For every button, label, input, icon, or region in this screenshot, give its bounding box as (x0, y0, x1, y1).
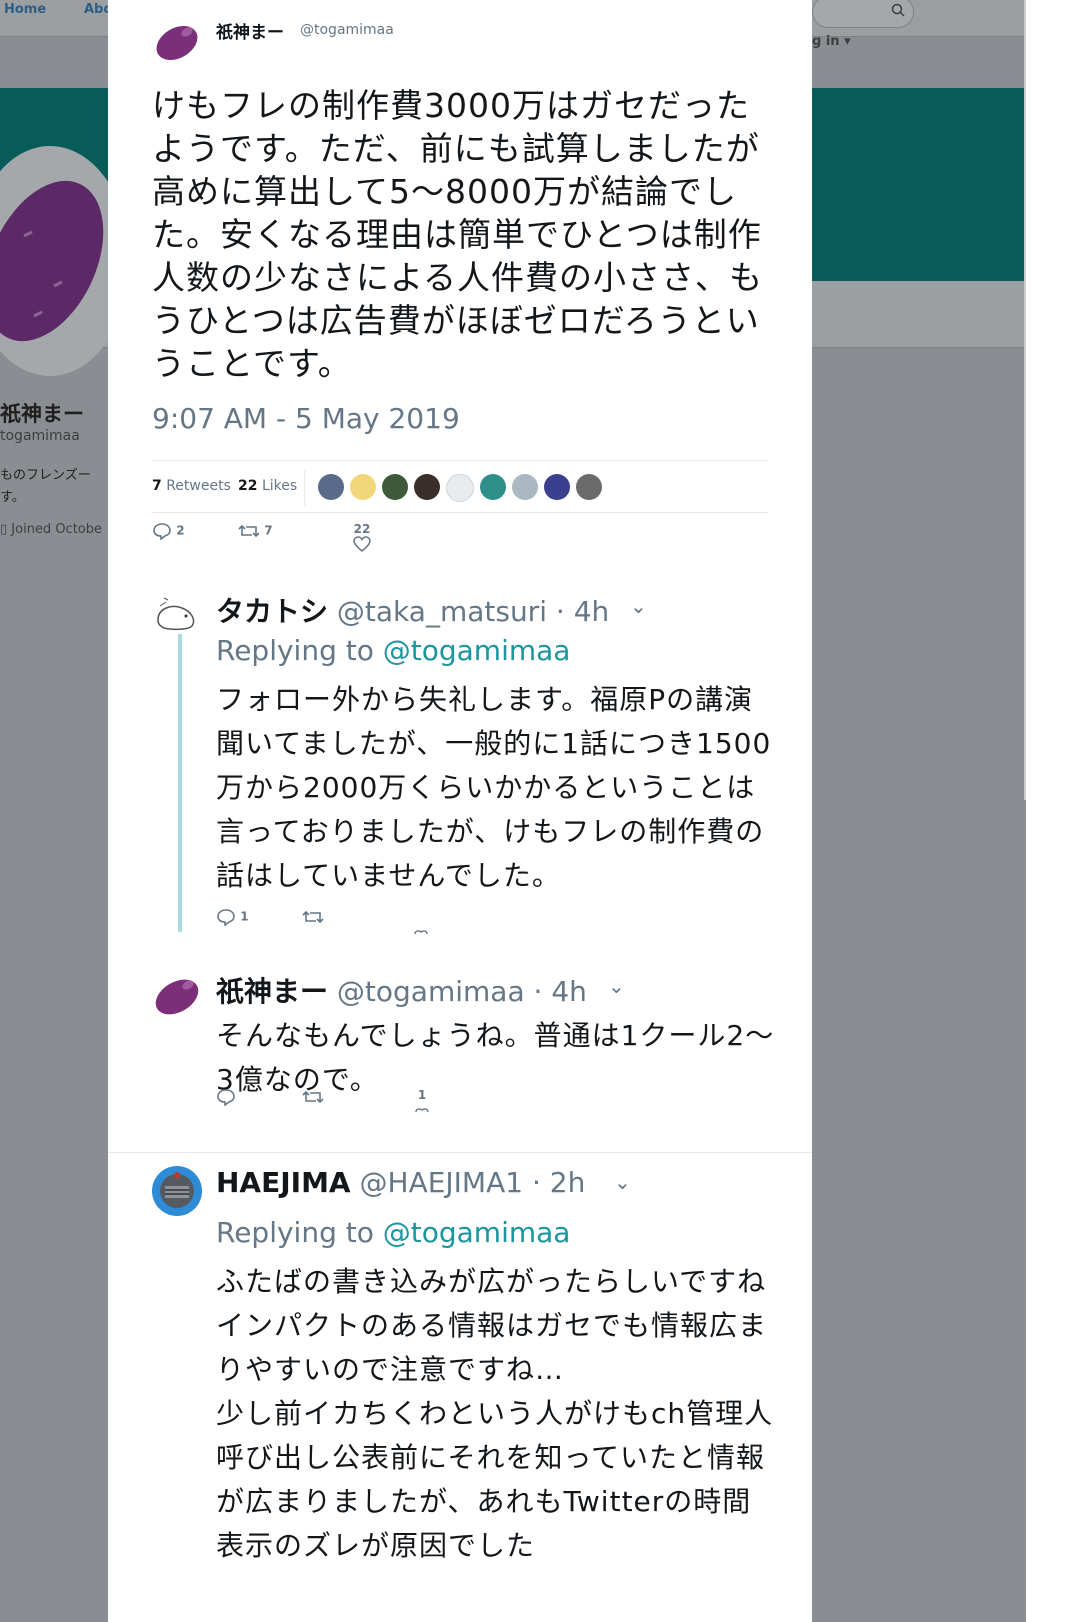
reply-tweet: 祇神まー @togamimaa · 4h ⌄ そんなもんでしょうね。普通は1クー… (152, 970, 773, 1120)
liker-avatar[interactable] (414, 474, 440, 500)
liker-avatar[interactable] (512, 474, 538, 500)
liker-avatar[interactable] (480, 474, 506, 500)
reply-author-handle[interactable]: @taka_matsuri (337, 595, 547, 628)
divider (152, 460, 768, 461)
reply-icon (217, 909, 235, 927)
like-button[interactable]: 22 (350, 522, 374, 552)
liker-avatar[interactable] (350, 474, 376, 500)
reply-author-name[interactable]: タカトシ (216, 595, 328, 628)
reply-header: タカトシ @taka_matsuri · 4h (216, 590, 609, 630)
like-button[interactable]: 1 (414, 1088, 430, 1116)
chevron-down-icon[interactable]: ⌄ (608, 974, 625, 998)
liker-avatar[interactable] (318, 474, 344, 500)
reply-author-avatar[interactable] (152, 590, 202, 640)
retweet-button[interactable]: 7 (238, 522, 273, 540)
reply-author-handle[interactable]: @togamimaa (337, 975, 525, 1008)
search-icon (891, 3, 905, 17)
replying-to: Replying to @togamimaa (216, 1216, 571, 1249)
profile-name: 祇神まー (0, 402, 84, 426)
reply-author-name[interactable]: HAEJIMA (216, 1166, 351, 1199)
replying-to-link[interactable]: @togamimaa (383, 1216, 571, 1249)
reply-time[interactable]: · 4h (534, 975, 587, 1008)
heart-icon (415, 1107, 429, 1112)
retweet-button[interactable] (302, 908, 324, 926)
profile-bio-line: ものフレンズー (0, 468, 91, 483)
divider (108, 1152, 812, 1153)
liker-avatar[interactable] (544, 474, 570, 500)
like-button[interactable] (414, 924, 428, 938)
thread-line (178, 634, 182, 932)
reply-actions: 1 (216, 1088, 476, 1128)
tweet-text: けもフレの制作費3000万はガセだったようです。ただ、前にも試算しましたが高めに… (152, 86, 764, 383)
heart-icon (353, 536, 371, 552)
nav-home-link[interactable]: Home (4, 2, 46, 17)
liker-avatar[interactable] (382, 474, 408, 500)
tweet-stats: 7 Retweets 22 Likes (152, 466, 768, 512)
reply-icon (153, 523, 171, 541)
page-margin (1026, 0, 1080, 1622)
reply-text: フォロー外から失礼します。福原Pの講演聞いてましたが、一般的に1話につき1500… (216, 683, 772, 892)
reply-text-line: インパクトのある情報はガセでも情報広まりやすいので注意ですね… (216, 1309, 768, 1386)
reply-tweet: HAEJIMA @HAEJIMA1 · 2h ⌄ Replying to @to… (152, 1166, 772, 1622)
author-name[interactable]: 祇神まー (216, 18, 284, 43)
author-handle[interactable]: @togamimaa (300, 22, 394, 38)
retweets-stat[interactable]: 7 Retweets (152, 478, 231, 494)
chevron-down-icon[interactable]: ⌄ (614, 1170, 631, 1194)
reply-author-avatar[interactable] (152, 1166, 202, 1216)
tweet-timestamp[interactable]: 9:07 AM - 5 May 2019 (152, 402, 460, 435)
sweet-potato-icon (0, 180, 104, 342)
replying-to-link[interactable]: @togamimaa (383, 634, 571, 667)
reply-button[interactable] (216, 1088, 236, 1107)
retweet-icon (238, 524, 260, 538)
retweet-icon (302, 1090, 324, 1104)
divider (152, 512, 768, 513)
divider (304, 470, 305, 506)
replying-to: Replying to @togamimaa (216, 634, 571, 667)
reply-header: HAEJIMA @HAEJIMA1 · 2h (216, 1166, 585, 1199)
chevron-down-icon[interactable]: ⌄ (630, 594, 647, 618)
tweet-modal: 祇神まー @togamimaa けもフレの制作費3000万はガセだったようです。… (108, 0, 812, 1622)
likers-avatars (318, 474, 608, 502)
heart-icon (414, 929, 428, 934)
profile-bio-line: す。 (0, 490, 25, 505)
reply-author-handle[interactable]: @HAEJIMA1 (360, 1166, 524, 1199)
retweet-icon (302, 910, 324, 924)
reply-text: ふたばの書き込みが広がったらしいですね インパクトのある情報はガセでも情報広まり… (216, 1260, 776, 1568)
reply-header: 祇神まー @togamimaa · 4h (216, 970, 587, 1010)
tweet-actions: 2 7 22 (152, 522, 452, 562)
reply-icon (217, 1089, 235, 1107)
login-link[interactable]: g in ▾ (812, 34, 851, 49)
reply-author-name[interactable]: 祇神まー (216, 975, 328, 1008)
reply-text-line: ふたばの書き込みが広がったらしいですね (216, 1265, 767, 1298)
reply-actions: 1 (216, 908, 476, 948)
reply-tweet: タカトシ @taka_matsuri · 4h ⌄ Replying to @t… (152, 590, 772, 950)
reply-button[interactable]: 2 (152, 522, 185, 541)
retweet-button[interactable] (302, 1088, 324, 1106)
reply-author-avatar[interactable] (152, 970, 202, 1020)
likes-stat[interactable]: 22 Likes (238, 478, 297, 494)
liker-avatar[interactable] (576, 474, 602, 500)
liker-avatar[interactable] (446, 474, 474, 502)
profile-joined-date: ▯ Joined Octobe (0, 522, 102, 537)
reply-button[interactable]: 1 (216, 908, 249, 927)
author-avatar[interactable] (154, 18, 200, 64)
search-box[interactable] (812, 0, 914, 28)
reply-time[interactable]: · 4h (556, 595, 609, 628)
reply-text-line: 少し前イカちくわという人がけもch管理人呼び出し公表前にそれを知っていたと情報が… (216, 1397, 774, 1562)
reply-time[interactable]: · 2h (532, 1166, 585, 1199)
profile-handle: togamimaa (0, 428, 80, 444)
